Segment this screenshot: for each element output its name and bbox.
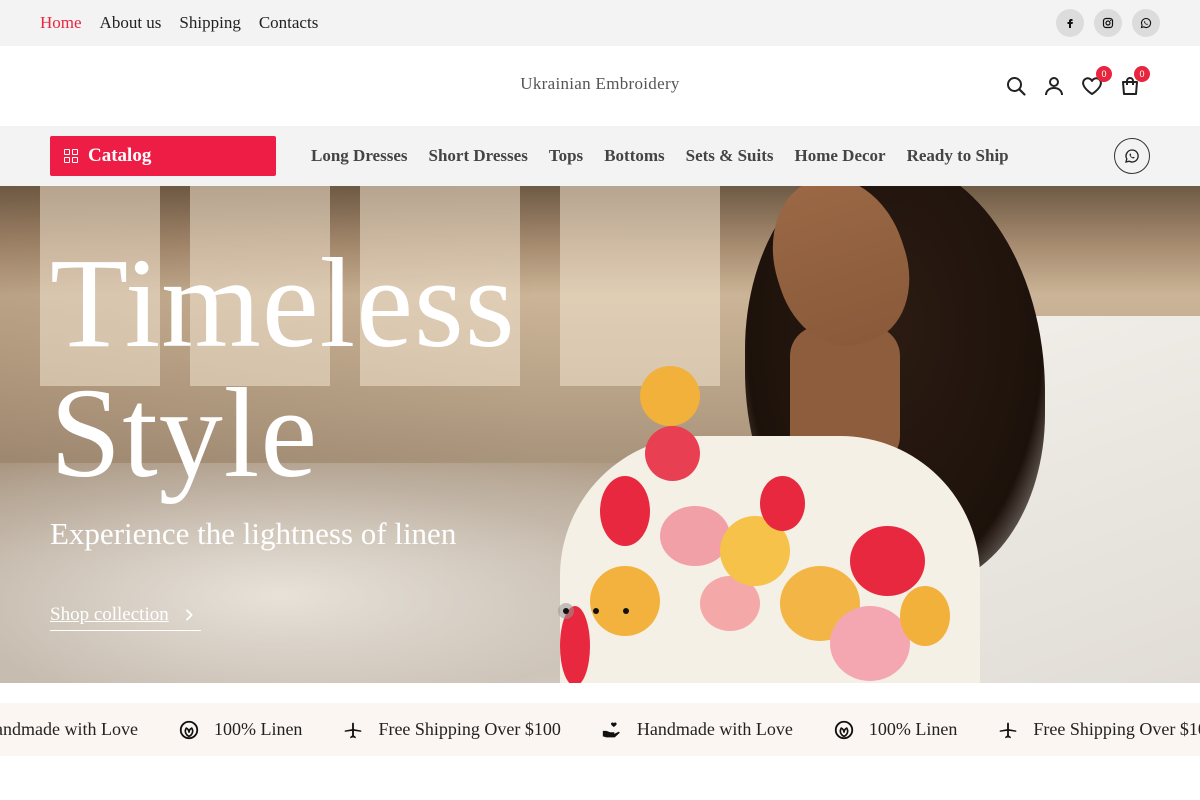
leaf-icon: [834, 720, 854, 739]
shop-collection-link[interactable]: Shop collection: [50, 604, 201, 631]
top-nav-about-link[interactable]: About us: [100, 13, 162, 33]
slider-dot-3[interactable]: [618, 603, 634, 619]
cart-button[interactable]: 0: [1118, 66, 1150, 98]
chevron-right-icon: [185, 609, 193, 621]
top-nav-shipping-link[interactable]: Shipping: [179, 13, 240, 33]
nav-bottoms[interactable]: Bottoms: [604, 146, 664, 166]
feature-item: Free Shipping Over $100: [342, 719, 561, 741]
header-actions: 0 0: [1004, 66, 1150, 98]
category-nav: Long Dresses Short Dresses Tops Bottoms …: [311, 126, 1009, 186]
whatsapp-chat-button[interactable]: [1114, 138, 1150, 174]
grid-icon: [64, 149, 78, 163]
whatsapp-icon[interactable]: [1132, 9, 1160, 37]
feature-label: 100% Linen: [213, 719, 303, 739]
hero-title: Timeless Style: [50, 238, 516, 498]
whatsapp-icon: [1125, 149, 1139, 163]
feature-item: 100% Linen: [178, 719, 302, 741]
top-nav: Home About us Shipping Contacts: [40, 0, 318, 46]
feature-label: 100% Linen: [868, 719, 958, 739]
feature-label: Handmade with Love: [636, 719, 793, 739]
slider-dot-2[interactable]: [588, 603, 604, 619]
feature-label: Free Shipping Over $100: [378, 719, 561, 739]
facebook-icon[interactable]: [1056, 9, 1084, 37]
plane-icon: [1000, 722, 1017, 738]
feature-item: Handmade with Love: [601, 719, 793, 741]
shop-collection-label: Shop collection: [50, 604, 169, 625]
social-links: [1056, 9, 1160, 37]
nav-ready-to-ship[interactable]: Ready to Ship: [907, 146, 1009, 166]
plane-icon: [345, 722, 362, 738]
nav-sets-suits[interactable]: Sets & Suits: [686, 146, 774, 166]
wishlist-button[interactable]: 0: [1080, 66, 1112, 98]
user-icon[interactable]: [1042, 74, 1066, 98]
nav-short-dresses[interactable]: Short Dresses: [429, 146, 528, 166]
slider-dot-1[interactable]: [558, 603, 574, 619]
slider-dots: [558, 603, 634, 619]
main-nav-bar: Catalog Long Dresses Short Dresses Tops …: [0, 126, 1200, 186]
hero-subtitle: Experience the lightness of linen: [50, 516, 457, 551]
cart-count-badge: 0: [1134, 66, 1150, 82]
top-bar: Home About us Shipping Contacts: [0, 0, 1200, 46]
nav-long-dresses[interactable]: Long Dresses: [311, 146, 408, 166]
feature-item: 100% Linen: [833, 719, 957, 741]
site-header: Ukrainian Embroidery 0 0: [0, 46, 1200, 126]
search-icon[interactable]: [1004, 74, 1028, 98]
features-marquee: Handmade with Love 100% Linen Free Shipp…: [0, 703, 1200, 756]
top-nav-home-link[interactable]: Home: [40, 13, 82, 33]
hero-banner: Timeless Style Experience the lightness …: [0, 186, 1200, 683]
top-nav-contacts-link[interactable]: Contacts: [259, 13, 319, 33]
hero-title-line1: Timeless: [50, 232, 516, 374]
hand-heart-icon: [602, 721, 620, 737]
hero-title-line2: Style: [50, 362, 319, 504]
nav-home-decor[interactable]: Home Decor: [795, 146, 886, 166]
catalog-button[interactable]: Catalog: [50, 136, 276, 176]
wishlist-count-badge: 0: [1096, 66, 1112, 82]
feature-item: Handmade with Love: [0, 719, 138, 740]
instagram-icon[interactable]: [1094, 9, 1122, 37]
feature-label: Free Shipping Over $100: [1033, 719, 1200, 739]
features-strip: Handmade with Love 100% Linen Free Shipp…: [0, 703, 1200, 756]
nav-tops[interactable]: Tops: [549, 146, 583, 166]
leaf-icon: [179, 720, 199, 739]
feature-label: Handmade with Love: [0, 719, 138, 739]
feature-item: Free Shipping Over $100: [997, 719, 1200, 741]
catalog-label: Catalog: [88, 145, 152, 166]
